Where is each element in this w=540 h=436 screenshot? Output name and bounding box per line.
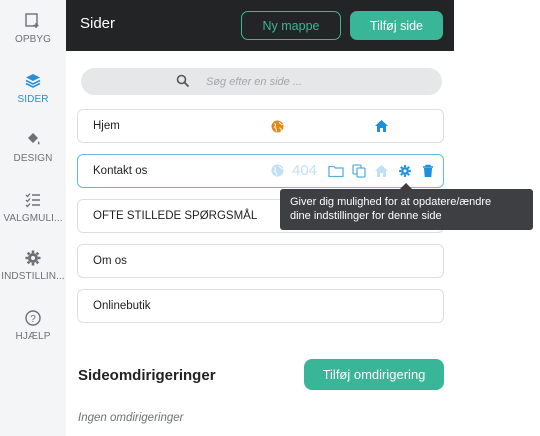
- panel-content: Hjem Kontakt os 404: [66, 51, 454, 436]
- panel-header: Sider Ny mappe Tilføj side: [66, 0, 454, 51]
- rail-item-label: INDSTILLIN...: [1, 271, 65, 282]
- page-row-home[interactable]: Hjem: [77, 109, 444, 143]
- page-name: Kontakt os: [93, 165, 148, 177]
- left-rail: OPBYG SIDER DESIGN VALGMULI... INDSTILLI…: [0, 0, 66, 436]
- add-page-button[interactable]: Tilføj side: [350, 11, 443, 40]
- help-icon: ?: [25, 310, 41, 326]
- rail-item-label: VALGMULI...: [3, 213, 63, 224]
- redirects-title: Sideomdirigeringer: [78, 367, 216, 384]
- home-icon[interactable]: [374, 119, 389, 133]
- search-input[interactable]: [206, 72, 426, 91]
- page-name: Hjem: [93, 120, 120, 132]
- rail-item-label: OPBYG: [14, 34, 52, 45]
- svg-text:?: ?: [30, 314, 36, 325]
- settings-tooltip: Giver dig mulighed for at opdatere/ændre…: [280, 183, 533, 230]
- duplicate-icon[interactable]: [352, 164, 366, 178]
- tooltip-line: dine indstillinger for denne side: [290, 210, 442, 222]
- rail-item-label: SIDER: [17, 94, 49, 105]
- build-icon: [25, 13, 39, 28]
- search-icon: [176, 74, 190, 88]
- page-settings-icon[interactable]: [398, 164, 412, 178]
- gear-icon: [25, 250, 41, 266]
- page-name: Onlinebutik: [93, 300, 151, 312]
- tooltip-line: Giver dig mulighed for at opdatere/ændre: [290, 196, 492, 208]
- panel-title: Sider: [80, 15, 116, 32]
- rail-item-pages[interactable]: SIDER: [0, 72, 66, 105]
- new-folder-button[interactable]: Ny mappe: [241, 11, 341, 40]
- globe-icon[interactable]: [271, 164, 284, 177]
- rail-item-options[interactable]: VALGMULI...: [0, 191, 66, 224]
- home-icon[interactable]: [374, 164, 389, 178]
- rail-item-build[interactable]: OPBYG: [0, 12, 66, 45]
- layers-icon: [25, 74, 41, 88]
- globe-icon[interactable]: [271, 120, 284, 133]
- 404-page-toggle[interactable]: 404: [292, 162, 317, 179]
- add-redirect-button[interactable]: Tilføj omdirigering: [304, 359, 444, 390]
- page-name: OFTE STILLEDE SPØRGSMÅL: [93, 210, 258, 222]
- page-search: [81, 68, 442, 95]
- rail-item-label: DESIGN: [13, 153, 53, 164]
- folder-icon[interactable]: [328, 164, 344, 178]
- app: OPBYG SIDER DESIGN VALGMULI... INDSTILLI…: [0, 0, 540, 436]
- page-row-about[interactable]: Om os: [77, 244, 444, 278]
- checklist-icon: [25, 193, 40, 208]
- rail-item-help[interactable]: ? HJÆLP: [0, 309, 66, 342]
- page-row-contact[interactable]: Kontakt os 404: [77, 154, 444, 188]
- trash-icon[interactable]: [422, 164, 434, 178]
- paint-bucket-icon: [28, 133, 40, 145]
- page-row-shop[interactable]: Onlinebutik: [77, 289, 444, 323]
- rail-item-settings[interactable]: INDSTILLIN...: [0, 249, 66, 282]
- rail-item-label: HJÆLP: [15, 331, 51, 342]
- rail-item-design[interactable]: DESIGN: [0, 131, 66, 164]
- page-name: Om os: [93, 255, 127, 267]
- redirects-empty-text: Ingen omdirigeringer: [78, 412, 184, 424]
